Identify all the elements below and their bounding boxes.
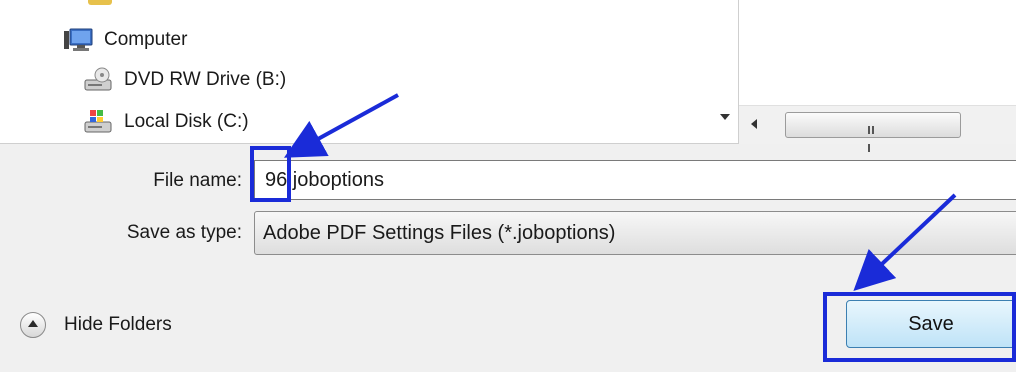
scroll-left-arrow-icon[interactable] <box>751 119 757 129</box>
save-as-type-select[interactable]: Adobe PDF Settings Files (*.joboptions) <box>254 211 1016 255</box>
filename-highlight-box <box>250 146 291 202</box>
folder-tree-pane[interactable]: Computer DVD RW Drive (B:) Local Disk (C <box>0 0 739 144</box>
computer-icon <box>62 26 96 54</box>
dvd-drive-icon <box>82 66 116 94</box>
file-name-input[interactable]: 96.joboptions <box>254 160 1016 200</box>
tree-item-computer[interactable]: Computer <box>62 26 187 54</box>
tree-item-label: DVD RW Drive (B:) <box>124 69 287 90</box>
scrollbar-thumb[interactable] <box>785 112 961 152</box>
local-disk-icon <box>82 108 116 136</box>
tree-item-local-disk[interactable]: Local Disk (C:) <box>82 108 249 136</box>
grip-icon <box>868 121 878 152</box>
folder-icon <box>88 0 112 5</box>
horizontal-scrollbar[interactable] <box>739 105 1016 152</box>
tree-item-dvd-drive[interactable]: DVD RW Drive (B:) <box>82 66 286 94</box>
hide-folders-button[interactable]: Hide Folders <box>20 312 172 338</box>
file-name-label: File name: <box>153 170 242 191</box>
hide-folders-label: Hide Folders <box>64 314 172 335</box>
save-highlight-box <box>823 292 1016 362</box>
scroll-down-arrow-icon[interactable] <box>720 114 730 120</box>
save-as-type-label: Save as type: <box>126 222 242 243</box>
tree-item-label: Local Disk (C:) <box>124 111 249 132</box>
chevron-up-icon <box>20 312 46 338</box>
tree-item-label: Computer <box>104 29 188 50</box>
